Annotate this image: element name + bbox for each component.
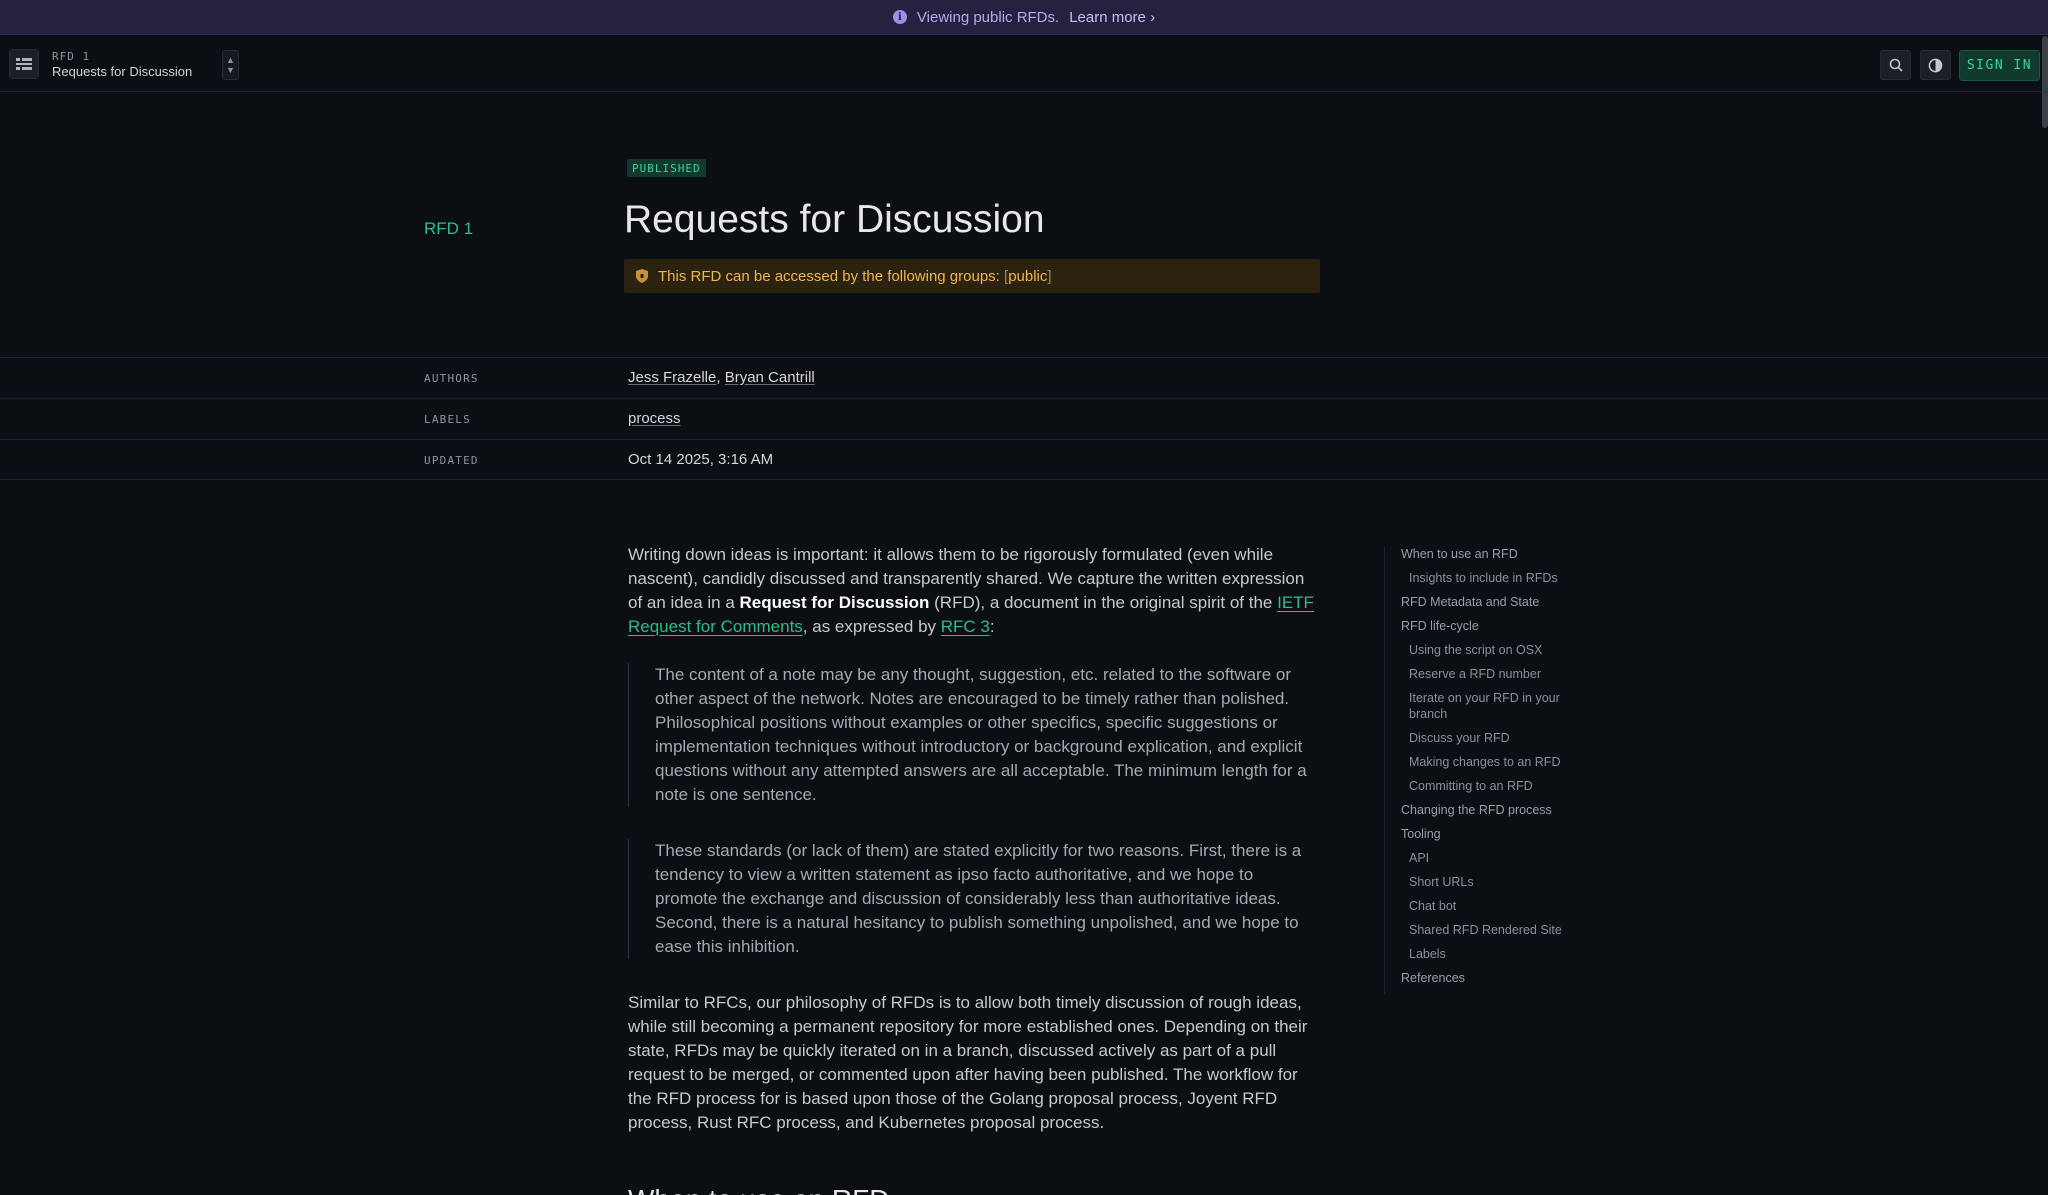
top-header: RFD 1 Requests for Discussion ▲ ▼ SIGN I…	[0, 36, 2048, 92]
toc-item[interactable]: Discuss your RFD	[1401, 730, 1594, 746]
learn-more-label[interactable]: Learn more	[1069, 9, 1146, 26]
page-title: Requests for Discussion	[624, 198, 1045, 241]
header-rfd-number: RFD 1	[52, 50, 91, 63]
toc-item[interactable]: Short URLs	[1401, 874, 1594, 890]
intro-bold: Request for Discussion	[739, 593, 930, 612]
authors-value: Jess Frazelle, Bryan Cantrill	[628, 369, 815, 386]
toc-item[interactable]: Chat bot	[1401, 898, 1594, 914]
toc-item[interactable]: Changing the RFD process	[1401, 802, 1594, 818]
rfd-switcher-button[interactable]: ▲ ▼	[222, 50, 239, 80]
sign-in-button[interactable]: SIGN IN	[1959, 50, 2040, 81]
updated-value: Oct 14 2025, 3:16 AM	[628, 451, 774, 468]
labels-row: LABELS process	[0, 398, 2048, 439]
intro-text: :	[989, 617, 995, 636]
state-badge: PUBLISHED	[627, 159, 706, 177]
info-icon: i	[892, 10, 907, 24]
sidebar-toggle-button[interactable]	[9, 49, 39, 79]
toc-item[interactable]: RFD Metadata and State	[1401, 594, 1594, 610]
toc-item[interactable]: Making changes to an RFD	[1401, 754, 1594, 770]
chevron-right-icon: ›	[1150, 8, 1156, 26]
toc-item[interactable]: References	[1401, 970, 1594, 986]
header-rfd-title: Requests for Discussion	[52, 64, 193, 79]
author-separator: ,	[716, 369, 721, 386]
table-of-contents: When to use an RFD Insights to include in…	[1384, 546, 1594, 994]
authors-label: AUTHORS	[424, 372, 479, 385]
label-link[interactable]: process	[628, 410, 681, 427]
intro-text: (RFD), a document in the original spirit…	[929, 593, 1278, 612]
rfd-content: Writing down ideas is important: it allo…	[628, 543, 1320, 1159]
access-group: public	[1008, 267, 1048, 285]
toc-item[interactable]: RFD life-cycle	[1401, 618, 1594, 634]
toc-item[interactable]: When to use an RFD	[1401, 546, 1594, 562]
toc-item[interactable]: Iterate on your RFD in your branch	[1401, 690, 1594, 722]
sidebar-toggle-icon	[16, 58, 32, 70]
theme-toggle-button[interactable]	[1920, 50, 1951, 80]
caret-down-icon: ▼	[226, 65, 235, 75]
theme-toggle-icon	[1928, 58, 1943, 72]
public-banner: i Viewing public RFDs. Learn more ›	[0, 0, 2048, 35]
quote-text: These standards (or lack of them) are st…	[655, 841, 1302, 956]
author-link[interactable]: Jess Frazelle	[628, 369, 716, 386]
access-text: This RFD can be accessed by the followin…	[658, 267, 1000, 285]
banner-text: Viewing public RFDs.	[916, 8, 1060, 26]
toc-item[interactable]: Tooling	[1401, 826, 1594, 842]
blockquote: These standards (or lack of them) are st…	[628, 839, 1320, 959]
search-button[interactable]	[1880, 50, 1911, 80]
page-scrollbar[interactable]	[2042, 36, 2048, 128]
updated-label: UPDATED	[424, 454, 479, 467]
intro-text: , as expressed by	[802, 617, 941, 636]
toc-item[interactable]: Labels	[1401, 946, 1594, 962]
intro-paragraph: Writing down ideas is important: it allo…	[628, 543, 1320, 639]
access-notice: This RFD can be accessed by the followin…	[624, 259, 1320, 293]
labels-label: LABELS	[424, 413, 471, 426]
toc-item[interactable]: API	[1401, 850, 1594, 866]
caret-up-icon: ▲	[226, 55, 235, 65]
access-bracket-close: ]	[1047, 267, 1052, 285]
toc-item[interactable]: Committing to an RFD	[1401, 778, 1594, 794]
toc-item[interactable]: Reserve a RFD number	[1401, 666, 1594, 682]
search-icon	[1889, 58, 1903, 72]
learn-more-link[interactable]: Learn more ›	[1069, 9, 1155, 26]
authors-row: AUTHORS Jess Frazelle, Bryan Cantrill	[0, 357, 2048, 398]
toc-item[interactable]: Insights to include in RFDs	[1401, 570, 1594, 586]
philosophy-paragraph: Similar to RFCs, our philosophy of RFDs …	[628, 993, 1308, 1132]
toc-item[interactable]: Shared RFD Rendered Site	[1401, 922, 1594, 938]
shield-icon	[636, 269, 648, 283]
section-heading: When to use an RFD	[628, 1184, 889, 1195]
rfc3-link[interactable]: RFC 3	[941, 617, 990, 636]
quote-text: The content of a note may be any thought…	[655, 665, 1307, 804]
blockquote: The content of a note may be any thought…	[628, 663, 1320, 807]
author-link[interactable]: Bryan Cantrill	[725, 369, 815, 386]
labels-value: process	[628, 410, 681, 427]
rfd-number-label: RFD 1	[424, 219, 474, 238]
toc-item[interactable]: Using the script on OSX	[1401, 642, 1594, 658]
updated-row: UPDATED Oct 14 2025, 3:16 AM	[0, 439, 2048, 480]
